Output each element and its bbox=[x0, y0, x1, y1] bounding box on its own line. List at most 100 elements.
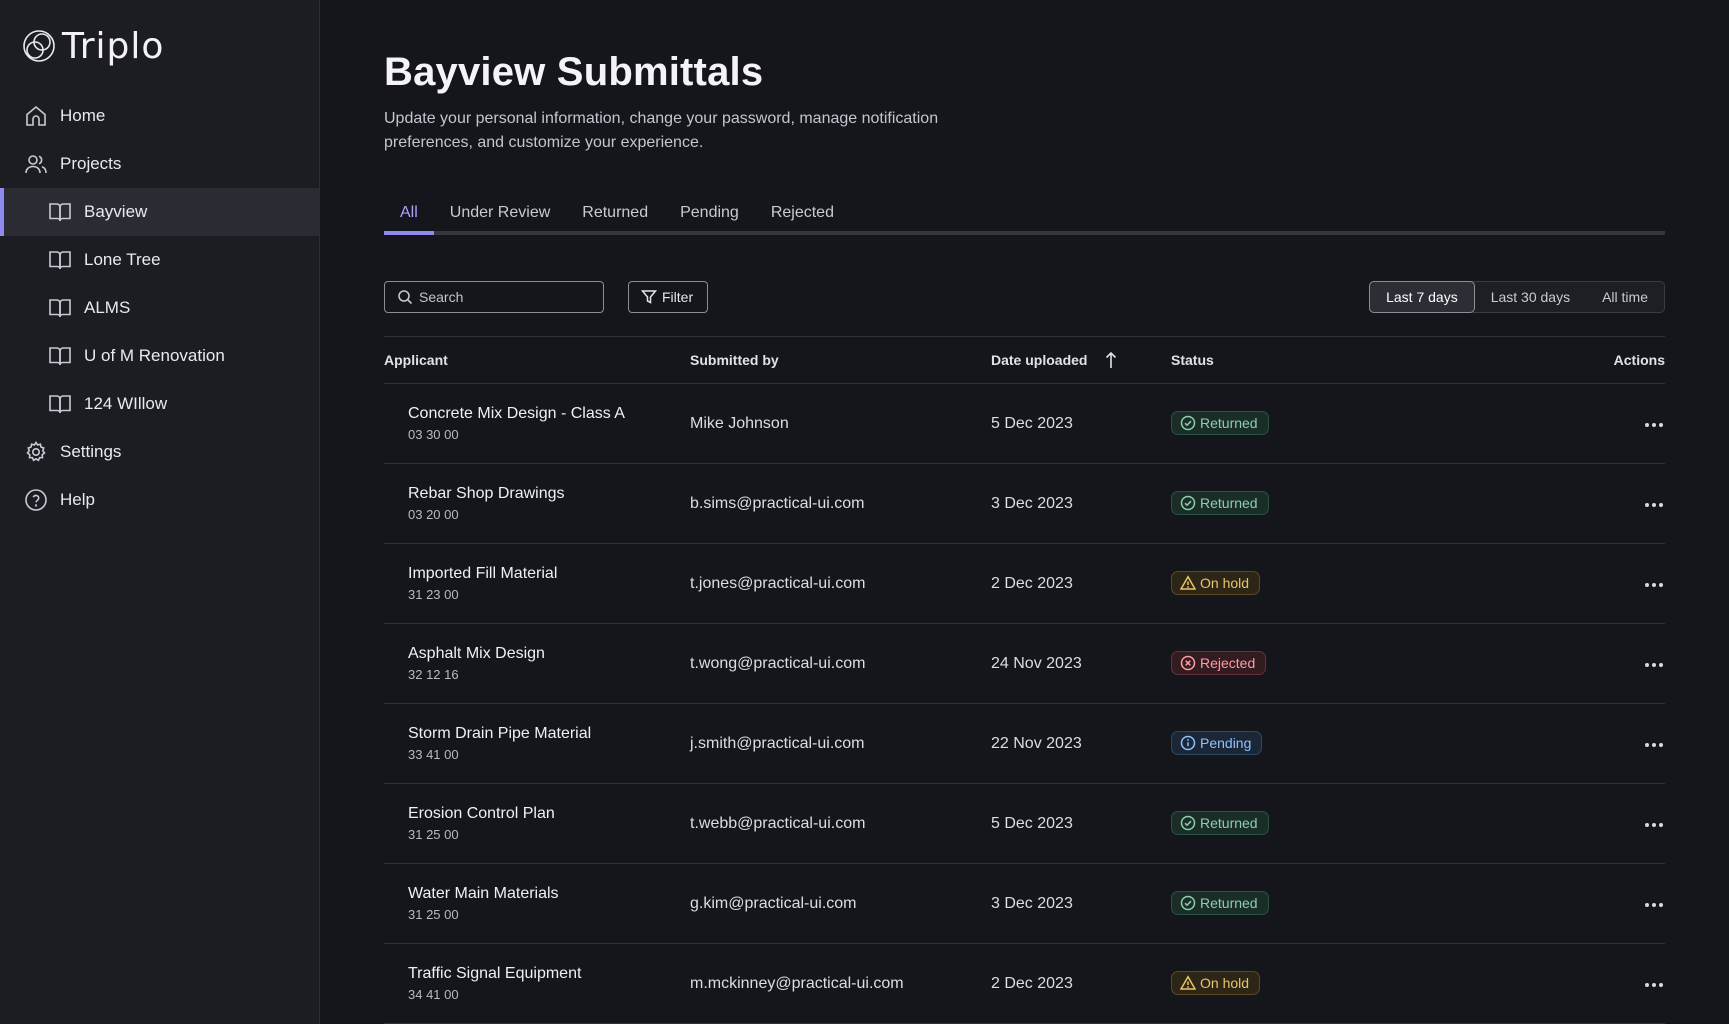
search-input[interactable] bbox=[419, 289, 589, 305]
applicant-cell: Water Main Materials 31 25 00 bbox=[384, 885, 690, 922]
spec-code: 31 25 00 bbox=[408, 827, 459, 842]
book-icon bbox=[48, 392, 72, 416]
date-uploaded-cell: 2 Dec 2023 bbox=[991, 574, 1073, 592]
table-row[interactable]: Erosion Control Plan 31 25 00 t.webb@pra… bbox=[384, 784, 1665, 864]
more-actions-icon[interactable] bbox=[1643, 497, 1665, 513]
x-circle-icon bbox=[1180, 655, 1200, 671]
header-status[interactable]: Status bbox=[1171, 352, 1471, 368]
submitted-by-cell: b.sims@practical-ui.com bbox=[690, 494, 865, 512]
tab-all[interactable]: All bbox=[384, 203, 434, 235]
triplo-logo-icon bbox=[23, 30, 55, 62]
more-actions-icon[interactable] bbox=[1643, 577, 1665, 593]
submitted-by-cell: m.mckinney@practical-ui.com bbox=[690, 974, 904, 992]
header-submitted-by[interactable]: Submitted by bbox=[690, 352, 991, 368]
filter-button[interactable]: Filter bbox=[628, 281, 709, 313]
range-last-30-days[interactable]: Last 30 days bbox=[1475, 282, 1586, 312]
spec-code: 34 41 00 bbox=[408, 987, 459, 1002]
status-cell: Pending bbox=[1171, 731, 1471, 756]
status-label: On hold bbox=[1200, 575, 1250, 591]
status-cell: Returned bbox=[1171, 411, 1471, 436]
check-circle-icon bbox=[1180, 495, 1200, 511]
header-applicant[interactable]: Applicant bbox=[384, 352, 690, 368]
actions-cell bbox=[1471, 894, 1665, 913]
status-badge: Returned bbox=[1171, 491, 1269, 515]
filter-icon bbox=[641, 290, 657, 304]
more-actions-icon[interactable] bbox=[1643, 657, 1665, 673]
spec-code: 31 25 00 bbox=[408, 907, 459, 922]
page-title: Bayview Submittals bbox=[384, 50, 764, 94]
page-subtitle: Update your personal information, change… bbox=[384, 110, 939, 151]
submitted-by-cell: g.kim@practical-ui.com bbox=[690, 894, 857, 912]
applicant-name: Water Main Materials bbox=[408, 885, 559, 902]
status-cell: Returned bbox=[1171, 491, 1471, 516]
sidebar-item-home[interactable]: Home bbox=[0, 92, 319, 140]
applicant-cell: Concrete Mix Design - Class A 03 30 00 bbox=[384, 405, 690, 442]
table-row[interactable]: Storm Drain Pipe Material 33 41 00 j.smi… bbox=[384, 704, 1665, 784]
sidebar-nav: Home Projects Bayview Lone Tree ALMS U o… bbox=[0, 92, 319, 524]
spec-code: 32 12 16 bbox=[408, 667, 459, 682]
applicant-name: Erosion Control Plan bbox=[408, 805, 555, 822]
tab-returned[interactable]: Returned bbox=[566, 203, 664, 231]
applicant-name: Concrete Mix Design - Class A bbox=[408, 405, 625, 422]
spec-code: 33 41 00 bbox=[408, 747, 459, 762]
date-uploaded-cell: 3 Dec 2023 bbox=[991, 494, 1073, 512]
book-icon bbox=[48, 200, 72, 224]
sidebar-item-label: Bayview bbox=[84, 202, 148, 221]
sidebar-item-lone-tree[interactable]: Lone Tree bbox=[0, 236, 319, 284]
table-row[interactable]: Rebar Shop Drawings 03 20 00 b.sims@prac… bbox=[384, 464, 1665, 544]
sidebar-item-label: ALMS bbox=[84, 298, 131, 317]
sidebar-item-124-willow[interactable]: 124 WIllow bbox=[0, 380, 319, 428]
more-actions-icon[interactable] bbox=[1643, 977, 1665, 993]
home-icon bbox=[24, 104, 48, 128]
check-circle-icon bbox=[1180, 895, 1200, 911]
table-row[interactable]: Traffic Signal Equipment 34 41 00 m.mcki… bbox=[384, 944, 1665, 1024]
status-badge: Rejected bbox=[1171, 651, 1267, 675]
tab-rejected[interactable]: Rejected bbox=[755, 203, 850, 231]
more-actions-icon[interactable] bbox=[1643, 897, 1665, 913]
tab-under-review[interactable]: Under Review bbox=[434, 203, 566, 231]
table-row[interactable]: Water Main Materials 31 25 00 g.kim@prac… bbox=[384, 864, 1665, 944]
submitted-by-cell: j.smith@practical-ui.com bbox=[690, 734, 865, 752]
actions-cell bbox=[1471, 734, 1665, 753]
status-badge: Pending bbox=[1171, 731, 1263, 755]
warning-icon bbox=[1180, 575, 1200, 591]
status-cell: Rejected bbox=[1171, 651, 1471, 676]
more-actions-icon[interactable] bbox=[1643, 817, 1665, 833]
status-badge: Returned bbox=[1171, 411, 1269, 435]
sidebar-item-help[interactable]: Help bbox=[0, 476, 319, 524]
applicant-name: Storm Drain Pipe Material bbox=[408, 725, 592, 742]
header-date-uploaded[interactable]: Date uploaded bbox=[991, 351, 1171, 369]
sidebar-item-u-of-m-renovation[interactable]: U of M Renovation bbox=[0, 332, 319, 380]
table-body: Concrete Mix Design - Class A 03 30 00 M… bbox=[384, 384, 1665, 1024]
sort-ascending-icon[interactable] bbox=[1105, 351, 1117, 369]
submitted-by-cell: t.webb@practical-ui.com bbox=[690, 814, 866, 832]
table-row[interactable]: Asphalt Mix Design 32 12 16 t.wong@pract… bbox=[384, 624, 1665, 704]
check-circle-icon bbox=[1180, 815, 1200, 831]
table-row[interactable]: Imported Fill Material 31 23 00 t.jones@… bbox=[384, 544, 1665, 624]
sidebar-item-settings[interactable]: Settings bbox=[0, 428, 319, 476]
applicant-cell: Traffic Signal Equipment 34 41 00 bbox=[384, 965, 690, 1002]
sidebar-item-label: 124 WIllow bbox=[84, 394, 168, 413]
help-icon bbox=[24, 488, 48, 512]
date-uploaded-cell: 3 Dec 2023 bbox=[991, 894, 1073, 912]
book-icon bbox=[48, 248, 72, 272]
status-cell: Returned bbox=[1171, 891, 1471, 916]
date-range-selector: Last 7 days Last 30 days All time bbox=[1369, 281, 1665, 313]
range-all-time[interactable]: All time bbox=[1586, 282, 1664, 312]
logo[interactable]: Triplo bbox=[0, 0, 319, 92]
sidebar-item-alms[interactable]: ALMS bbox=[0, 284, 319, 332]
more-actions-icon[interactable] bbox=[1643, 417, 1665, 433]
tab-pending[interactable]: Pending bbox=[664, 203, 755, 231]
sidebar-item-bayview[interactable]: Bayview bbox=[0, 188, 319, 236]
header-actions: Actions bbox=[1613, 352, 1665, 368]
book-icon bbox=[48, 296, 72, 320]
range-last-7-days[interactable]: Last 7 days bbox=[1369, 281, 1475, 313]
submitted-by-cell: Mike Johnson bbox=[690, 414, 789, 432]
table-row[interactable]: Concrete Mix Design - Class A 03 30 00 M… bbox=[384, 384, 1665, 464]
actions-cell bbox=[1471, 654, 1665, 673]
more-actions-icon[interactable] bbox=[1643, 737, 1665, 753]
search-box bbox=[384, 281, 604, 313]
applicant-cell: Imported Fill Material 31 23 00 bbox=[384, 565, 690, 602]
sidebar-item-projects[interactable]: Projects bbox=[0, 140, 319, 188]
status-label: Returned bbox=[1200, 815, 1258, 831]
